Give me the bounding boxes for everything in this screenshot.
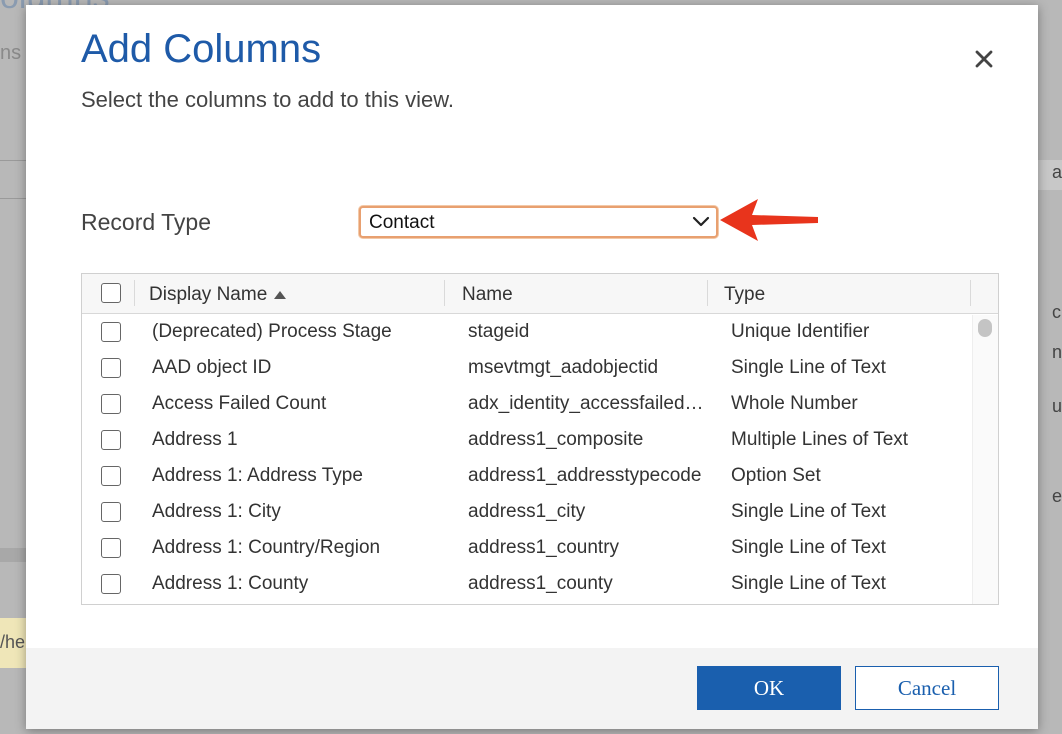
cell-name: address1_county <box>468 573 613 594</box>
table-row[interactable]: AAD object ID msevtmgt_aadobjectid Singl… <box>82 351 972 387</box>
column-header-label: Type <box>724 284 766 305</box>
record-type-selected-value: Contact <box>369 212 435 233</box>
background-right-text: u <box>1052 396 1062 416</box>
cell-display-name: (Deprecated) Process Stage <box>152 321 392 342</box>
table-row[interactable]: Address 1: Address Type address1_address… <box>82 459 972 495</box>
cell-type: Whole Number <box>731 393 858 414</box>
annotation-arrow-icon <box>720 199 818 241</box>
row-checkbox[interactable] <box>101 538 121 558</box>
cell-name: address1_city <box>468 501 586 522</box>
chevron-down-icon <box>692 216 710 227</box>
background-divider <box>0 160 26 161</box>
row-checkbox[interactable] <box>101 502 121 522</box>
column-header-label: Name <box>462 284 513 305</box>
row-checkbox[interactable] <box>101 430 121 450</box>
table-row[interactable]: Address 1: City address1_city Single Lin… <box>82 495 972 531</box>
column-header-label: Display Name <box>149 284 268 305</box>
cell-display-name: Address 1: Country/Region <box>152 537 381 558</box>
cancel-button[interactable]: Cancel <box>855 666 999 710</box>
cell-name: address1_composite <box>468 429 644 450</box>
cell-type: Single Line of Text <box>731 573 886 594</box>
close-button[interactable] <box>970 45 998 73</box>
cell-display-name: Address 1 <box>152 429 238 450</box>
background-divider <box>0 198 26 199</box>
table-row[interactable]: Address 1: Country/Region address1_count… <box>82 531 972 567</box>
record-type-select[interactable]: Contact <box>359 206 718 238</box>
ok-button[interactable]: OK <box>697 666 841 710</box>
cell-name: stageid <box>468 321 530 342</box>
cell-name: address1_country <box>468 537 620 558</box>
sort-ascending-icon <box>274 290 287 299</box>
table-row[interactable]: Address 1: County address1_county Single… <box>82 567 972 603</box>
background-page-subtitle: ns <box>0 42 22 64</box>
cell-name: adx_identity_accessfailed… <box>468 393 704 414</box>
column-header-display-name[interactable]: Display Name <box>149 274 287 314</box>
cell-type: Single Line of Text <box>731 537 886 558</box>
cell-display-name: Address 1: Address Type <box>152 465 363 486</box>
cell-display-name: Access Failed Count <box>152 393 327 414</box>
dialog-footer: OK Cancel <box>26 648 1038 729</box>
table-row[interactable]: (Deprecated) Process Stage stageid Uniqu… <box>82 315 972 351</box>
table-row[interactable]: Access Failed Count adx_identity_accessf… <box>82 387 972 423</box>
cell-type: Single Line of Text <box>731 501 886 522</box>
cell-display-name: AAD object ID <box>152 357 272 378</box>
cell-name: address1_addresstypecode <box>468 465 702 486</box>
grid-body: (Deprecated) Process Stage stageid Uniqu… <box>82 315 972 604</box>
row-checkbox[interactable] <box>101 466 121 486</box>
grid-scrollbar[interactable] <box>972 315 998 604</box>
select-all-checkbox[interactable] <box>101 283 121 303</box>
cell-type: Unique Identifier <box>731 321 870 342</box>
column-header-name[interactable]: Name <box>462 274 513 314</box>
cell-type: Single Line of Text <box>731 357 886 378</box>
add-columns-dialog: Add Columns Select the columns to add to… <box>26 5 1038 729</box>
grid-header: Display Name Name Type <box>82 274 998 314</box>
cell-type: Option Set <box>731 465 821 486</box>
column-separator <box>134 280 135 306</box>
dialog-title: Add Columns <box>81 27 322 71</box>
column-header-type[interactable]: Type <box>724 274 765 314</box>
column-separator <box>970 280 971 306</box>
record-type-label: Record Type <box>81 209 211 235</box>
columns-grid: Display Name Name Type (Deprecated) Proc… <box>81 273 999 605</box>
cell-type: Multiple Lines of Text <box>731 429 909 450</box>
dialog-subtitle: Select the columns to add to this view. <box>81 87 454 112</box>
cell-name: msevtmgt_aadobjectid <box>468 357 659 378</box>
close-icon <box>975 50 993 68</box>
cell-display-name: Address 1: County <box>152 573 309 594</box>
column-separator <box>444 280 445 306</box>
column-separator <box>707 280 708 306</box>
background-right-text: as <box>1052 162 1062 182</box>
scrollbar-thumb[interactable] <box>978 319 992 337</box>
row-checkbox[interactable] <box>101 358 121 378</box>
row-checkbox[interactable] <box>101 394 121 414</box>
background-divider <box>0 548 26 562</box>
row-checkbox[interactable] <box>101 574 121 594</box>
background-warning-banner: /he <box>0 618 26 668</box>
cell-display-name: Address 1: City <box>152 501 281 522</box>
table-row[interactable]: Address 1 address1_composite Multiple Li… <box>82 423 972 459</box>
row-checkbox[interactable] <box>101 322 121 342</box>
background-right-text: n <box>1052 342 1062 362</box>
background-right-text: e <box>1052 486 1062 506</box>
background-right-text: c <box>1052 302 1061 322</box>
